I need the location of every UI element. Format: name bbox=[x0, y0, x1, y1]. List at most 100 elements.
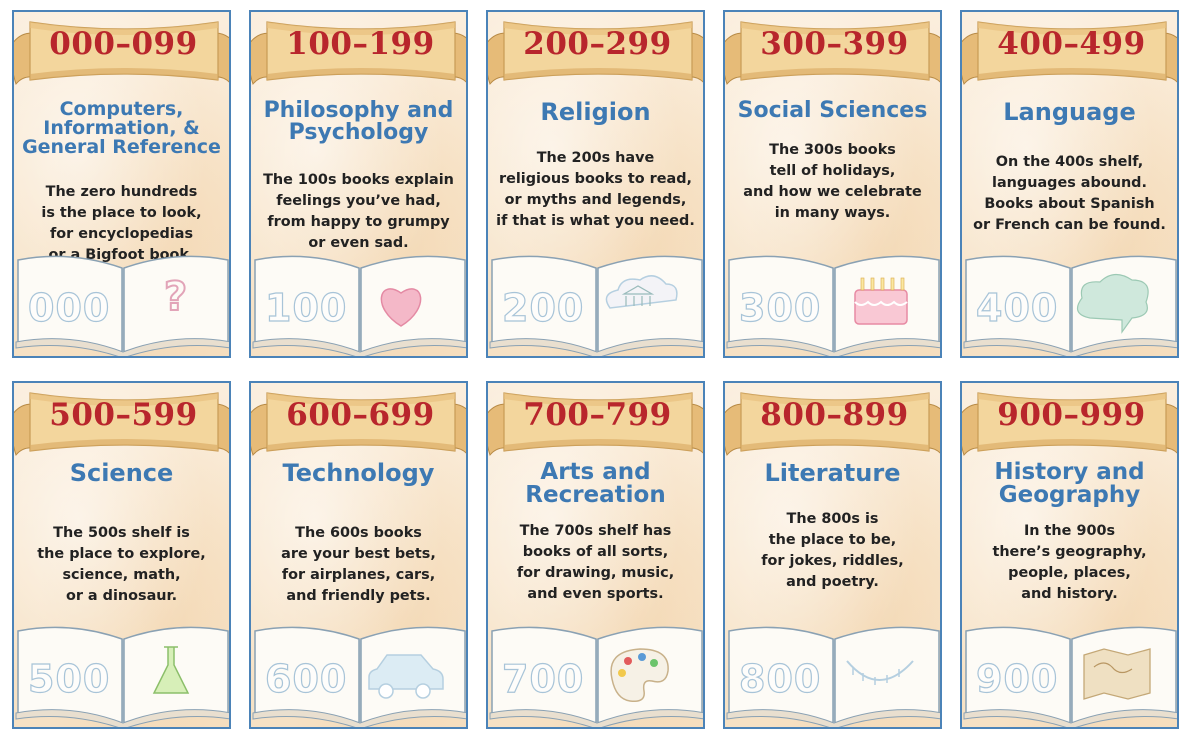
dewey-range-title: 600–699 bbox=[286, 397, 435, 433]
dewey-range-title: 400–499 bbox=[997, 26, 1146, 62]
category-line: Language bbox=[1003, 98, 1136, 126]
description-line: and how we celebrate bbox=[743, 183, 922, 200]
category-line: Religion bbox=[540, 98, 651, 126]
description-line: The 200s have bbox=[536, 150, 655, 166]
category-line: Technology bbox=[282, 459, 435, 487]
dewey-poster-900: 900–999 History and Geography In the 900s th… bbox=[960, 381, 1179, 729]
scroll-banner: 100–199 bbox=[251, 14, 466, 92]
scroll-banner: 700–799 bbox=[488, 385, 703, 463]
description-line: In the 900s bbox=[1023, 523, 1116, 539]
open-book-illustration: 900 bbox=[962, 609, 1177, 727]
category-heading: Computers, Information, & General Referenc… bbox=[18, 100, 225, 157]
rhyme-description: The 300s books tell of holidays, and how w… bbox=[731, 140, 934, 224]
category-heading: Language bbox=[966, 100, 1173, 124]
dewey-range-title: 800–899 bbox=[760, 397, 909, 433]
description-line: is the place to look, bbox=[41, 204, 202, 221]
category-heading: History and Geography bbox=[966, 461, 1173, 507]
description-line: The 500s shelf is bbox=[53, 525, 190, 541]
description-line: or French can be found. bbox=[973, 216, 1166, 233]
category-line: Arts and bbox=[540, 459, 651, 485]
book-page-number: 900 bbox=[975, 656, 1059, 701]
category-heading: Arts and Recreation bbox=[492, 461, 699, 507]
dewey-range-title: 900–999 bbox=[997, 397, 1146, 433]
dewey-range-title: 200–299 bbox=[523, 26, 672, 62]
category-line: Geography bbox=[998, 482, 1141, 508]
description-line: and friendly pets. bbox=[286, 587, 431, 604]
category-heading: Social Sciences bbox=[729, 100, 936, 122]
description-line: people, places, bbox=[1008, 564, 1131, 581]
category-line: Science bbox=[69, 459, 174, 487]
dewey-poster-200: 200–299 Religion The 200s have religious bo… bbox=[486, 10, 705, 358]
description-line: The 700s shelf has bbox=[519, 523, 672, 539]
description-line: the place to explore, bbox=[37, 545, 206, 562]
book-page-number: 000 bbox=[27, 285, 111, 330]
open-book-illustration: 100 bbox=[251, 238, 466, 356]
description-line: The 300s books bbox=[769, 142, 896, 158]
scroll-banner: 900–999 bbox=[962, 385, 1177, 463]
scroll-banner: 300–399 bbox=[725, 14, 940, 92]
description-line: or a dinosaur. bbox=[65, 587, 178, 604]
scroll-banner: 200–299 bbox=[488, 14, 703, 92]
category-heading: Science bbox=[18, 461, 225, 485]
description-line: and history. bbox=[1021, 585, 1118, 602]
rhyme-description: The 600s books are your best bets, for air… bbox=[257, 523, 460, 607]
dewey-poster-800: 800–899 Literature The 800s is the place to… bbox=[723, 381, 942, 729]
rhyme-description: The 700s shelf has books of all sorts, for… bbox=[494, 521, 697, 605]
dewey-poster-500: 500–599 Science The 500s shelf is the place… bbox=[12, 381, 231, 729]
description-line: and even sports. bbox=[527, 585, 664, 602]
dewey-poster-100: 100–199 Philosophy and Psychology The 100s … bbox=[249, 10, 468, 358]
description-line: tell of holidays, bbox=[769, 162, 896, 179]
description-line: for jokes, riddles, bbox=[761, 552, 904, 569]
category-line: Social Sciences bbox=[737, 98, 928, 123]
category-line: Literature bbox=[764, 459, 901, 487]
description-line: feelings you’ve had, bbox=[276, 192, 441, 209]
scroll-banner: 000–099 bbox=[14, 14, 229, 92]
dewey-poster-400: 400–499 Language On the 400s shelf, languag… bbox=[960, 10, 1179, 358]
scroll-banner: 400–499 bbox=[962, 14, 1177, 92]
category-heading: Philosophy and Psychology bbox=[255, 100, 462, 144]
open-book-illustration: 300 bbox=[725, 238, 940, 356]
category-heading: Literature bbox=[729, 461, 936, 485]
open-book-illustration: 400 bbox=[962, 238, 1177, 356]
book-page-number: 100 bbox=[264, 285, 348, 330]
description-line: The 600s books bbox=[295, 525, 422, 541]
category-line: Philosophy and bbox=[263, 98, 454, 123]
description-line: there’s geography, bbox=[992, 543, 1147, 560]
category-line: General Reference bbox=[22, 136, 221, 158]
description-line: religious books to read, bbox=[499, 170, 692, 187]
book-page-number: 800 bbox=[738, 656, 822, 701]
open-book-illustration: 600 bbox=[251, 609, 466, 727]
category-heading: Religion bbox=[492, 100, 699, 124]
description-line: if that is what you need. bbox=[496, 212, 695, 229]
description-line: The 100s books explain bbox=[263, 172, 454, 188]
description-line: are your best bets, bbox=[281, 545, 436, 562]
open-book-illustration: 800 bbox=[725, 609, 940, 727]
open-book-illustration: 700 bbox=[488, 609, 703, 727]
description-line: in many ways. bbox=[774, 204, 891, 221]
category-heading: Technology bbox=[255, 461, 462, 485]
book-page-number: 500 bbox=[27, 656, 111, 701]
dewey-range-title: 300–399 bbox=[760, 26, 909, 62]
open-book-illustration: ? 000 bbox=[14, 238, 229, 356]
rhyme-description: In the 900s there’s geography, people, pla… bbox=[968, 521, 1171, 605]
description-line: or myths and legends, bbox=[504, 191, 687, 208]
svg-text:?: ? bbox=[164, 274, 187, 320]
dewey-range-title: 500–599 bbox=[49, 397, 198, 433]
scroll-banner: 800–899 bbox=[725, 385, 940, 463]
rhyme-description: The 500s shelf is the place to explore, sc… bbox=[20, 523, 223, 607]
category-line: Psychology bbox=[288, 120, 429, 145]
description-line: and poetry. bbox=[786, 573, 879, 590]
scroll-banner: 600–699 bbox=[251, 385, 466, 463]
description-line: for drawing, music, bbox=[516, 564, 675, 581]
description-line: for airplanes, cars, bbox=[281, 566, 436, 583]
description-line: books of all sorts, bbox=[522, 543, 669, 560]
open-book-illustration: 500 bbox=[14, 609, 229, 727]
rhyme-description: The 200s have religious books to read, or … bbox=[494, 148, 697, 232]
rhyme-description: The 800s is the place to be, for jokes, ri… bbox=[731, 509, 934, 593]
question-mark-icon: ? bbox=[163, 273, 188, 321]
description-line: the place to be, bbox=[768, 531, 897, 548]
book-page-number: 700 bbox=[501, 656, 585, 701]
description-line: On the 400s shelf, bbox=[995, 154, 1144, 170]
description-line: The zero hundreds bbox=[45, 184, 198, 200]
description-line: Books about Spanish bbox=[984, 195, 1155, 212]
